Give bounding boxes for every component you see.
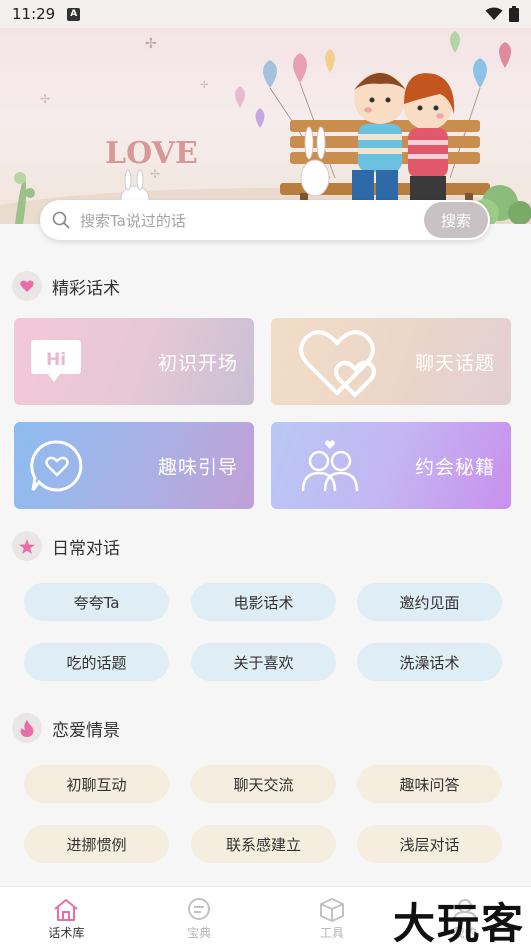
svg-text:✢: ✢ — [40, 92, 50, 106]
banner-love-text: LOVE — [105, 136, 198, 171]
hearts-icon — [299, 329, 376, 397]
tag-item[interactable]: 夸夸Ta — [24, 583, 169, 621]
search-button[interactable]: 搜索 — [424, 202, 488, 238]
tab-guide[interactable]: 宝典 — [133, 887, 266, 947]
section-love: 恋爱情景 — [12, 713, 120, 743]
heart-icon — [12, 271, 42, 301]
tag-item[interactable]: 聊天交流 — [191, 765, 336, 803]
tag-item[interactable]: 关于喜欢 — [191, 643, 336, 681]
home-icon — [54, 898, 79, 921]
card-fun-guide[interactable]: 趣味引导 — [14, 422, 254, 509]
svg-text:✢: ✢ — [145, 36, 157, 52]
svg-text:Hi: Hi — [46, 350, 66, 370]
card-label: 聊天话题 — [414, 352, 495, 374]
tab-label: 宝典 — [187, 925, 212, 940]
search-input[interactable]: 搜索Ta说过的话 — [80, 210, 186, 231]
tag-item[interactable]: 联系感建立 — [191, 825, 336, 863]
section-title: 恋爱情景 — [52, 720, 120, 741]
flame-icon — [12, 713, 42, 743]
chat-heart-icon — [30, 439, 83, 491]
book-chat-icon — [188, 897, 211, 920]
tag-item[interactable]: 浅层对话 — [357, 825, 502, 863]
section-title: 精彩话术 — [52, 278, 120, 299]
a-notification-icon: A — [67, 7, 81, 21]
card-topics[interactable]: 聊天话题 — [271, 318, 511, 405]
wifi-icon — [485, 7, 503, 20]
couple-icon — [301, 439, 359, 491]
card-opening[interactable]: Hi 初识开场 — [14, 318, 254, 405]
couple-illustration: ✢ ✢ ✢ ✢ LOVE — [0, 31, 531, 224]
section-highlight: 精彩话术 — [12, 271, 120, 301]
hi-icon: Hi — [31, 339, 81, 382]
tab-label: 工具 — [319, 925, 344, 940]
tab-label: 话术库 — [48, 925, 85, 940]
status-icons — [485, 6, 519, 22]
tag-item[interactable]: 进挪惯例 — [24, 825, 169, 863]
watermark-logo: 大玩客 — [392, 899, 525, 947]
tag-item[interactable]: 趣味问答 — [357, 765, 502, 803]
tag-item[interactable]: 洗澡话术 — [357, 643, 502, 681]
box-icon — [319, 897, 344, 922]
card-date-tips[interactable]: 约会秘籍 — [271, 422, 511, 509]
search-bar[interactable]: 搜索Ta说过的话 搜索 — [40, 200, 490, 240]
status-bar: 11:29 A — [0, 0, 531, 28]
section-daily: 日常对话 — [12, 531, 120, 561]
tag-item[interactable]: 吃的话题 — [24, 643, 169, 681]
tag-item[interactable]: 初聊互动 — [24, 765, 169, 803]
search-icon — [52, 210, 72, 230]
card-label: 初识开场 — [157, 352, 238, 374]
tab-phrase-library[interactable]: 话术库 — [0, 887, 133, 947]
battery-icon — [509, 6, 519, 22]
star-icon — [12, 531, 42, 561]
tag-item[interactable]: 电影话术 — [191, 583, 336, 621]
section-title: 日常对话 — [52, 538, 120, 559]
tab-tools[interactable]: 工具 — [266, 887, 399, 947]
tag-item[interactable]: 邀约见面 — [357, 583, 502, 621]
status-time: 11:29 — [12, 5, 56, 23]
card-label: 约会秘籍 — [414, 456, 495, 478]
banner-image: ✢ ✢ ✢ ✢ LOVE — [0, 28, 531, 224]
svg-text:✢: ✢ — [200, 80, 208, 91]
card-label: 趣味引导 — [157, 456, 238, 478]
